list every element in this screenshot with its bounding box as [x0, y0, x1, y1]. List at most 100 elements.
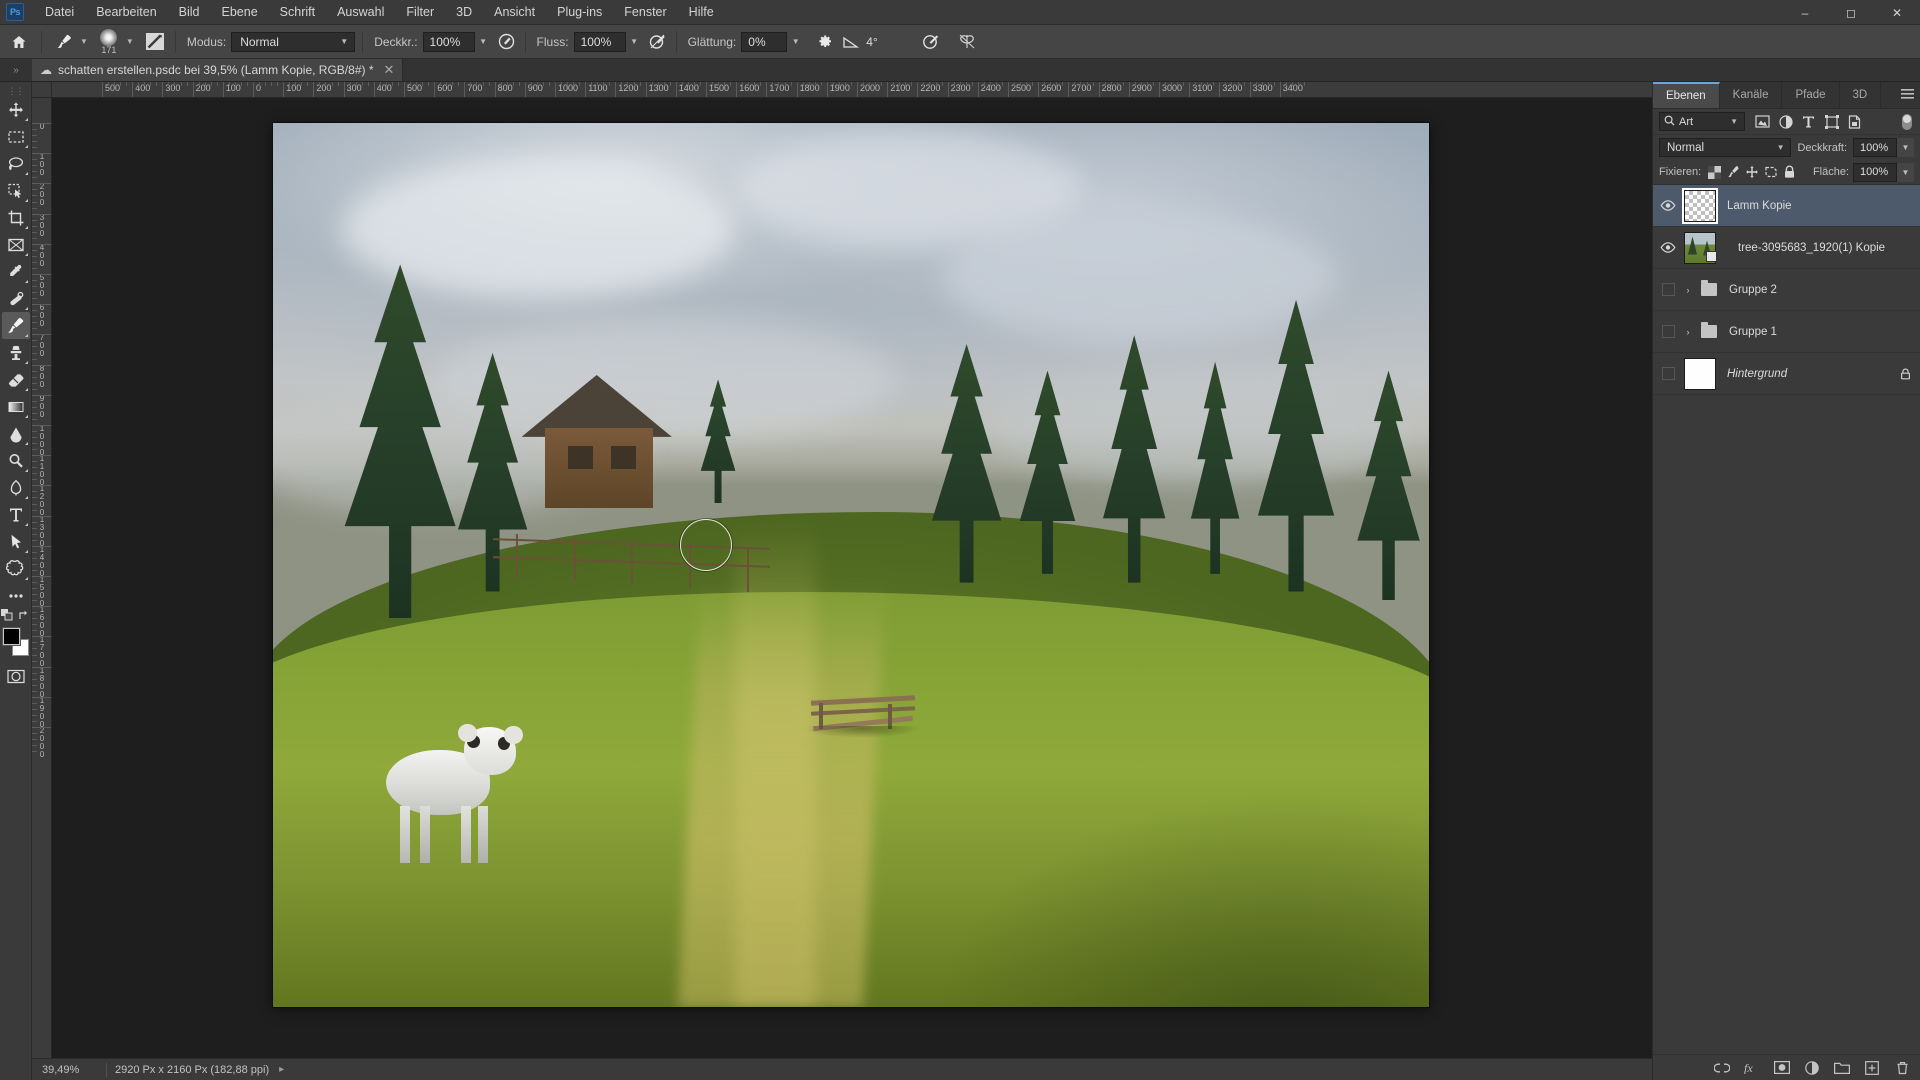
lock-transparent-pixels-icon[interactable] [1705, 162, 1724, 182]
pen-tool[interactable] [2, 474, 30, 501]
blur-tool[interactable] [2, 420, 30, 447]
quick-selection-tool[interactable] [2, 177, 30, 204]
chevron-down-icon[interactable]: ▼ [78, 37, 90, 46]
layer-name[interactable]: tree-3095683_1920(1) Kopie [1730, 242, 1914, 254]
lock-image-pixels-icon[interactable] [1724, 162, 1743, 182]
lock-all-icon[interactable] [1780, 162, 1799, 182]
canvas-scroll-area[interactable] [52, 98, 1652, 1058]
smoothing-control[interactable]: 0% ▼ [741, 31, 805, 52]
flow-control[interactable]: 100% ▼ [573, 31, 643, 52]
delete-layer-icon[interactable] [1894, 1060, 1910, 1076]
panel-menu-icon[interactable] [1901, 89, 1914, 103]
smart-object-filter-icon[interactable] [1843, 111, 1866, 133]
airbrush-icon[interactable] [647, 31, 669, 53]
link-layers-icon[interactable] [1714, 1060, 1730, 1076]
brush-size-chevron-down-icon[interactable]: ▼ [124, 37, 136, 46]
close-button[interactable]: ✕ [1874, 0, 1920, 25]
brush-tool[interactable] [1, 312, 30, 339]
new-group-icon[interactable] [1834, 1060, 1850, 1076]
layer-visibility-empty-icon[interactable] [1655, 269, 1681, 311]
pressure-opacity-icon[interactable] [496, 31, 518, 53]
layer-row[interactable]: tree-3095683_1920(1) Kopie [1653, 227, 1920, 269]
menu-item-ebene[interactable]: Ebene [211, 1, 269, 23]
layer-thumbnail[interactable] [1681, 187, 1719, 224]
layer-row[interactable]: Lamm Kopie [1653, 185, 1920, 227]
group-expand-chevron-right-icon[interactable]: › [1681, 285, 1695, 295]
brush-angle-value[interactable]: 4° [866, 32, 906, 52]
image-canvas[interactable] [273, 123, 1429, 1007]
default-colors-icon[interactable] [1, 608, 13, 624]
frame-tool[interactable] [2, 231, 30, 258]
layer-opacity-value[interactable]: 100% [1853, 138, 1897, 157]
gear-icon[interactable] [812, 31, 836, 53]
chevron-down-icon[interactable]: ▼ [625, 31, 643, 52]
vertical-ruler[interactable]: 0100200300400500600700800900100011001200… [32, 98, 52, 1058]
layer-row[interactable]: › Gruppe 2 [1653, 269, 1920, 311]
type-layer-filter-icon[interactable] [1797, 111, 1820, 133]
lock-artboard-nesting-icon[interactable] [1761, 162, 1780, 182]
more-tools-ellipsis-icon[interactable] [2, 582, 30, 609]
layer-fill-control[interactable]: 100% ▼ [1853, 162, 1915, 182]
opacity-value[interactable]: 100% [422, 31, 475, 52]
chevron-down-icon[interactable]: ▼ [787, 31, 805, 52]
swap-colors-icon[interactable] [18, 609, 30, 624]
menu-item-3d[interactable]: 3D [445, 1, 483, 23]
lasso-tool[interactable] [2, 150, 30, 177]
flow-value[interactable]: 100% [573, 31, 626, 52]
type-tool[interactable] [2, 501, 30, 528]
pressure-size-icon[interactable] [920, 31, 942, 53]
eyedropper-tool[interactable] [2, 258, 30, 285]
menu-item-bild[interactable]: Bild [168, 1, 211, 23]
brush-preset-picker[interactable]: ▼ [49, 29, 94, 55]
layer-row[interactable]: › Gruppe 1 [1653, 311, 1920, 353]
filter-kind-select[interactable]: Art ▼ [1659, 112, 1745, 131]
foreground-color-swatch[interactable] [1, 627, 21, 646]
tab-pfade[interactable]: Pfade [1782, 82, 1840, 108]
layer-opacity-control[interactable]: 100% ▼ [1853, 138, 1914, 157]
chevron-down-icon[interactable]: ▼ [1897, 162, 1915, 182]
crop-tool[interactable] [2, 204, 30, 231]
brush-angle-control[interactable]: 4° [840, 31, 906, 53]
tab-3d[interactable]: 3D [1840, 82, 1882, 108]
menu-item-datei[interactable]: Datei [34, 1, 85, 23]
menu-item-hilfe[interactable]: Hilfe [678, 1, 725, 23]
layer-name[interactable]: Gruppe 2 [1721, 284, 1914, 296]
healing-brush-tool[interactable] [2, 285, 30, 312]
opacity-control[interactable]: 100% ▼ [422, 31, 492, 52]
gradient-tool[interactable] [2, 393, 30, 420]
layer-row[interactable]: Hintergrund [1653, 353, 1920, 395]
group-expand-chevron-right-icon[interactable]: › [1681, 327, 1695, 337]
lock-position-icon[interactable] [1743, 162, 1762, 182]
horizontal-ruler[interactable]: 500 400 300 200 100 0 100 200 300 400 500 600 700 800… [32, 82, 1652, 98]
clone-stamp-tool[interactable] [2, 339, 30, 366]
layer-visibility-empty-icon[interactable] [1655, 353, 1681, 395]
tools-panel-grip[interactable]: ⋮⋮ [0, 86, 31, 96]
document-tab[interactable]: ☁ schatten erstellen.psdc bei 39,5% (Lam… [32, 59, 404, 81]
layer-visibility-eye-icon[interactable] [1655, 185, 1681, 227]
close-icon[interactable]: ✕ [384, 62, 395, 78]
menu-item-auswahl[interactable]: Auswahl [326, 1, 395, 23]
chevron-right-icon[interactable]: ▸ [279, 1064, 284, 1075]
layer-visibility-empty-icon[interactable] [1655, 311, 1681, 353]
adjustment-layer-filter-icon[interactable] [1774, 111, 1797, 133]
minimize-button[interactable]: – [1782, 0, 1828, 25]
pixel-layer-filter-icon[interactable] [1751, 111, 1774, 133]
chevron-down-icon[interactable]: ▼ [474, 31, 492, 52]
brush-settings-icon[interactable] [142, 31, 168, 53]
zoom-level[interactable]: 39,49% [36, 1064, 98, 1076]
layer-style-fx-icon[interactable]: fx [1744, 1060, 1760, 1076]
tab-scroll-arrow[interactable]: » [0, 59, 32, 81]
menu-item-plug-ins[interactable]: Plug-ins [546, 1, 613, 23]
menu-item-bearbeiten[interactable]: Bearbeiten [85, 1, 167, 23]
layer-fill-value[interactable]: 100% [1853, 162, 1898, 182]
layer-name[interactable]: Gruppe 1 [1721, 326, 1914, 338]
shape-layer-filter-icon[interactable] [1820, 111, 1843, 133]
custom-shape-tool[interactable] [2, 555, 30, 582]
chevron-down-icon[interactable]: ▼ [1897, 138, 1914, 157]
menu-item-ansicht[interactable]: Ansicht [483, 1, 546, 23]
filter-toggle-switch[interactable] [1902, 113, 1912, 130]
eraser-tool[interactable] [2, 366, 30, 393]
maximize-button[interactable]: ◻ [1828, 0, 1874, 25]
move-tool[interactable] [2, 96, 30, 123]
brush-size-indicator[interactable]: 171 [94, 29, 124, 55]
